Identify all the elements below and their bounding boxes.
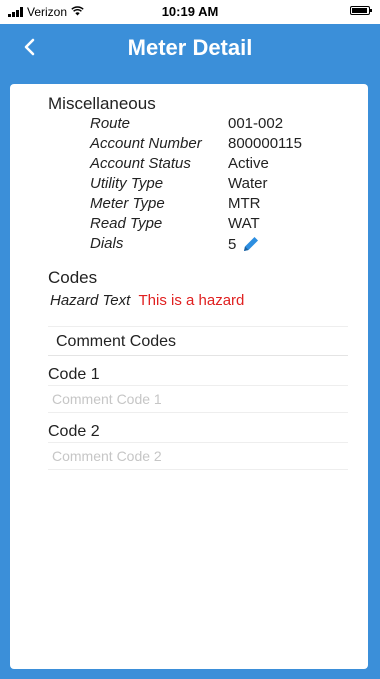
phone-screen: Verizon 10:19 AM Meter Detail Miscellane… <box>0 0 380 679</box>
detail-row-meter-type: Meter Type MTR <box>90 195 360 215</box>
miscellaneous-heading: Miscellaneous <box>48 94 156 113</box>
status-time: 10:19 AM <box>161 4 219 19</box>
page-title: Meter Detail <box>127 35 253 60</box>
detail-value: MTR <box>228 195 261 212</box>
pencil-icon[interactable] <box>242 235 260 253</box>
detail-row-account-status: Account Status Active <box>90 155 360 175</box>
detail-label: Account Status <box>90 155 191 172</box>
detail-label: Account Number <box>90 135 202 152</box>
hazard-label: Hazard Text <box>50 292 131 309</box>
hazard-text: This is a hazard <box>138 292 245 309</box>
hazard-row: Hazard Text This is a hazard <box>50 292 244 309</box>
comment-code-2-input[interactable] <box>48 442 348 470</box>
navigation-bar: Meter Detail <box>0 24 380 72</box>
code1-label: Code 1 <box>48 366 100 383</box>
status-bar: Verizon 10:19 AM <box>0 0 380 24</box>
detail-label: Read Type <box>90 215 163 232</box>
detail-value: Water <box>228 175 268 192</box>
code2-label: Code 2 <box>48 423 100 440</box>
dials-value: 5 <box>228 235 237 253</box>
codes-heading: Codes <box>48 268 98 287</box>
detail-value: 001-002 <box>228 115 284 132</box>
comment-codes-header: Comment Codes <box>48 326 348 356</box>
detail-value: 800000115 <box>228 135 302 152</box>
detail-value: 5 <box>228 235 260 253</box>
detail-row-account-number: Account Number 800000115 <box>90 135 360 155</box>
detail-value: Active <box>228 155 269 172</box>
comment-code-1-input[interactable] <box>48 385 348 413</box>
detail-row-read-type: Read Type WAT <box>90 215 360 235</box>
detail-label: Route <box>90 115 131 132</box>
meter-detail-panel: Miscellaneous Route 001-002 Account Numb… <box>10 84 368 669</box>
content-frame: Miscellaneous Route 001-002 Account Numb… <box>0 72 380 679</box>
detail-row-dials: Dials 5 <box>90 235 360 255</box>
detail-value: WAT <box>228 215 260 232</box>
detail-row-utility-type: Utility Type Water <box>90 175 360 195</box>
detail-label: Dials <box>90 235 124 252</box>
detail-row-route: Route 001-002 <box>90 115 360 135</box>
detail-label: Utility Type <box>90 175 164 192</box>
detail-label: Meter Type <box>90 195 165 212</box>
battery-icon <box>350 6 372 15</box>
